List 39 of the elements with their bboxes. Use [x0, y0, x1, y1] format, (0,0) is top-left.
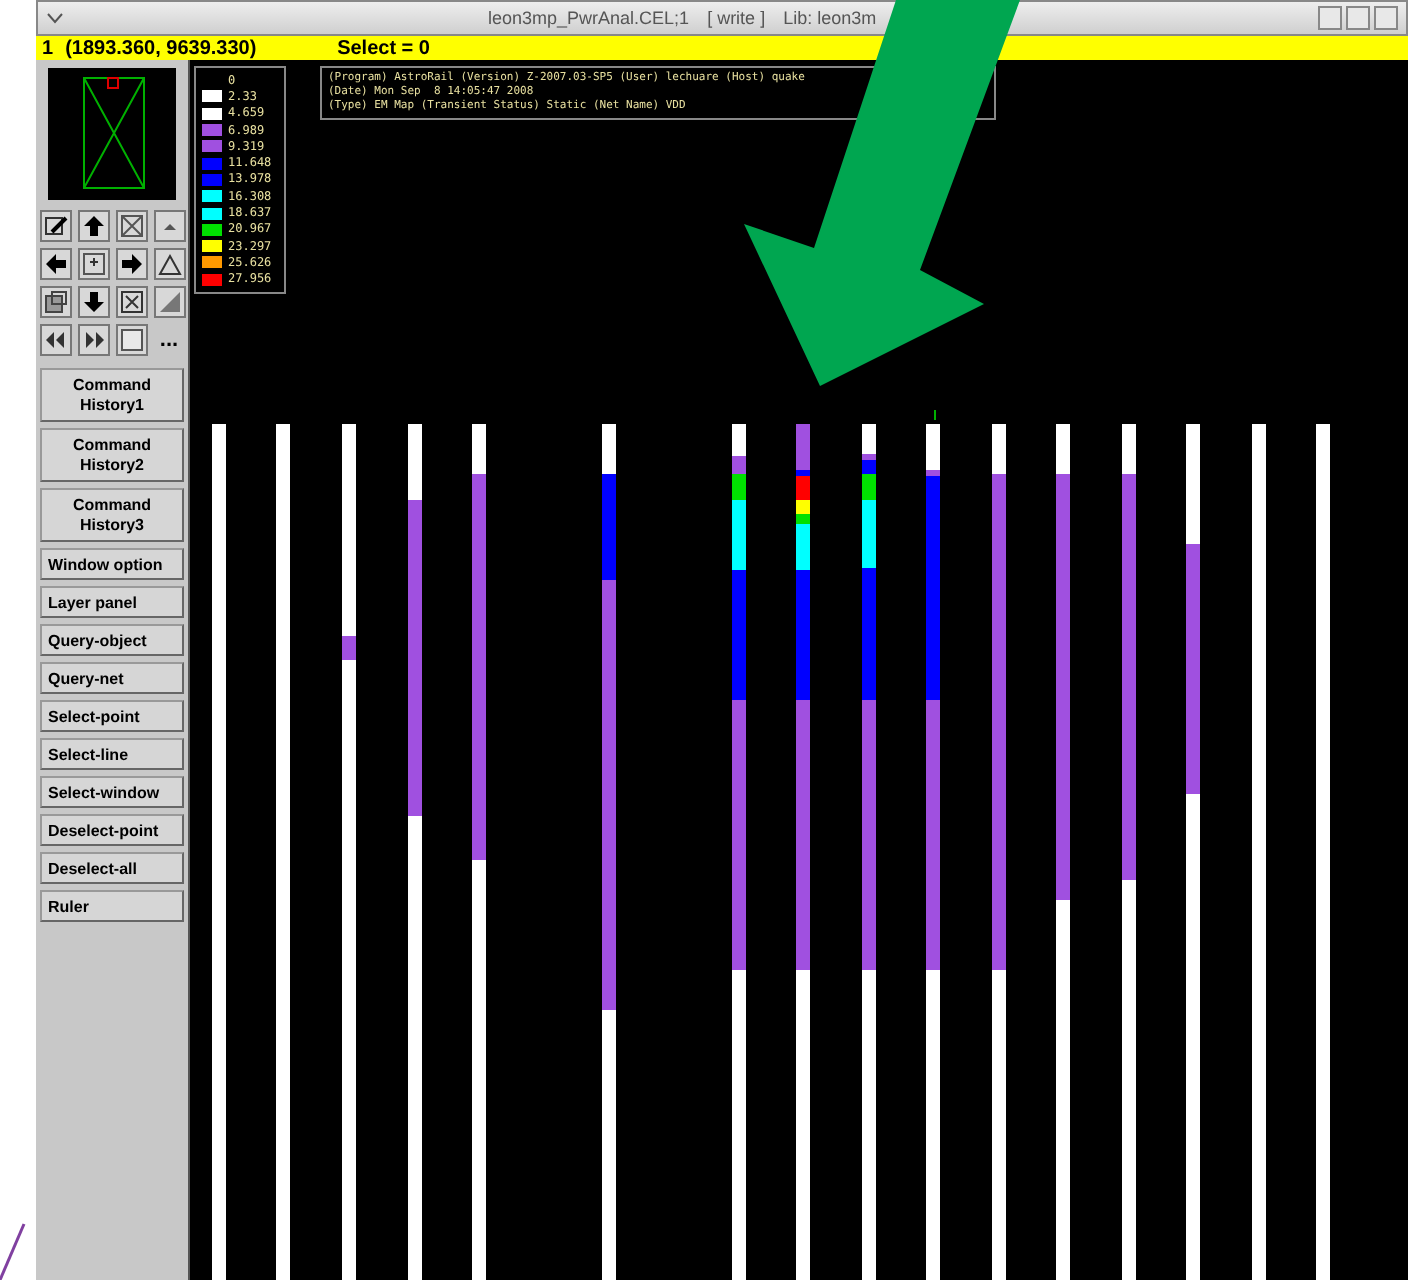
layers-icon[interactable]	[39, 286, 71, 318]
command-button[interactable]: Query-net	[40, 662, 184, 694]
command-button[interactable]: Command History1	[40, 368, 184, 422]
minimize-button[interactable]	[1318, 6, 1342, 30]
command-button[interactable]: Select-line	[40, 738, 184, 770]
window-title: leon3mp_PwrAnal.CEL;1	[488, 8, 690, 28]
triangle-icon[interactable]	[153, 248, 185, 280]
write-mode: [ write ]	[707, 8, 766, 28]
command-button[interactable]: Select-window	[40, 776, 184, 808]
selection-count: Select = 0	[337, 37, 430, 59]
command-button[interactable]: Select-point	[40, 700, 184, 732]
command-button[interactable]: Deselect-point	[40, 814, 184, 846]
zoom-box-icon[interactable]	[77, 248, 109, 280]
close-button[interactable]	[1374, 6, 1398, 30]
rewind-icon[interactable]	[39, 324, 71, 356]
library-name: Lib: leon3m	[783, 8, 877, 28]
cursor-coordinates: (1893.360, 9639.330)	[65, 37, 259, 59]
square-icon[interactable]	[115, 324, 147, 356]
overview-map[interactable]	[48, 68, 176, 200]
annotation-line	[0, 1223, 26, 1280]
up-arrow-icon[interactable]	[77, 210, 109, 242]
left-arrow-icon[interactable]	[39, 248, 71, 280]
command-button[interactable]: Command History2	[40, 428, 184, 482]
more-button[interactable]: ...	[153, 324, 185, 356]
edit-icon[interactable]	[39, 210, 71, 242]
menu-chevron-icon[interactable]	[46, 12, 64, 24]
command-button[interactable]: Layer panel	[40, 586, 184, 618]
command-button[interactable]: Window option	[40, 548, 184, 580]
right-arrow-icon[interactable]	[115, 248, 147, 280]
cross-box-icon[interactable]	[115, 286, 147, 318]
command-button[interactable]: Query-object	[40, 624, 184, 656]
status-index: 1	[42, 37, 54, 59]
command-button[interactable]: Ruler	[40, 890, 184, 922]
fit-icon[interactable]	[115, 210, 147, 242]
fast-forward-icon[interactable]	[77, 324, 109, 356]
down-arrow-icon[interactable]	[77, 286, 109, 318]
command-button[interactable]: Deselect-all	[40, 852, 184, 884]
command-button[interactable]: Command History3	[40, 488, 184, 542]
maximize-button[interactable]	[1346, 6, 1370, 30]
